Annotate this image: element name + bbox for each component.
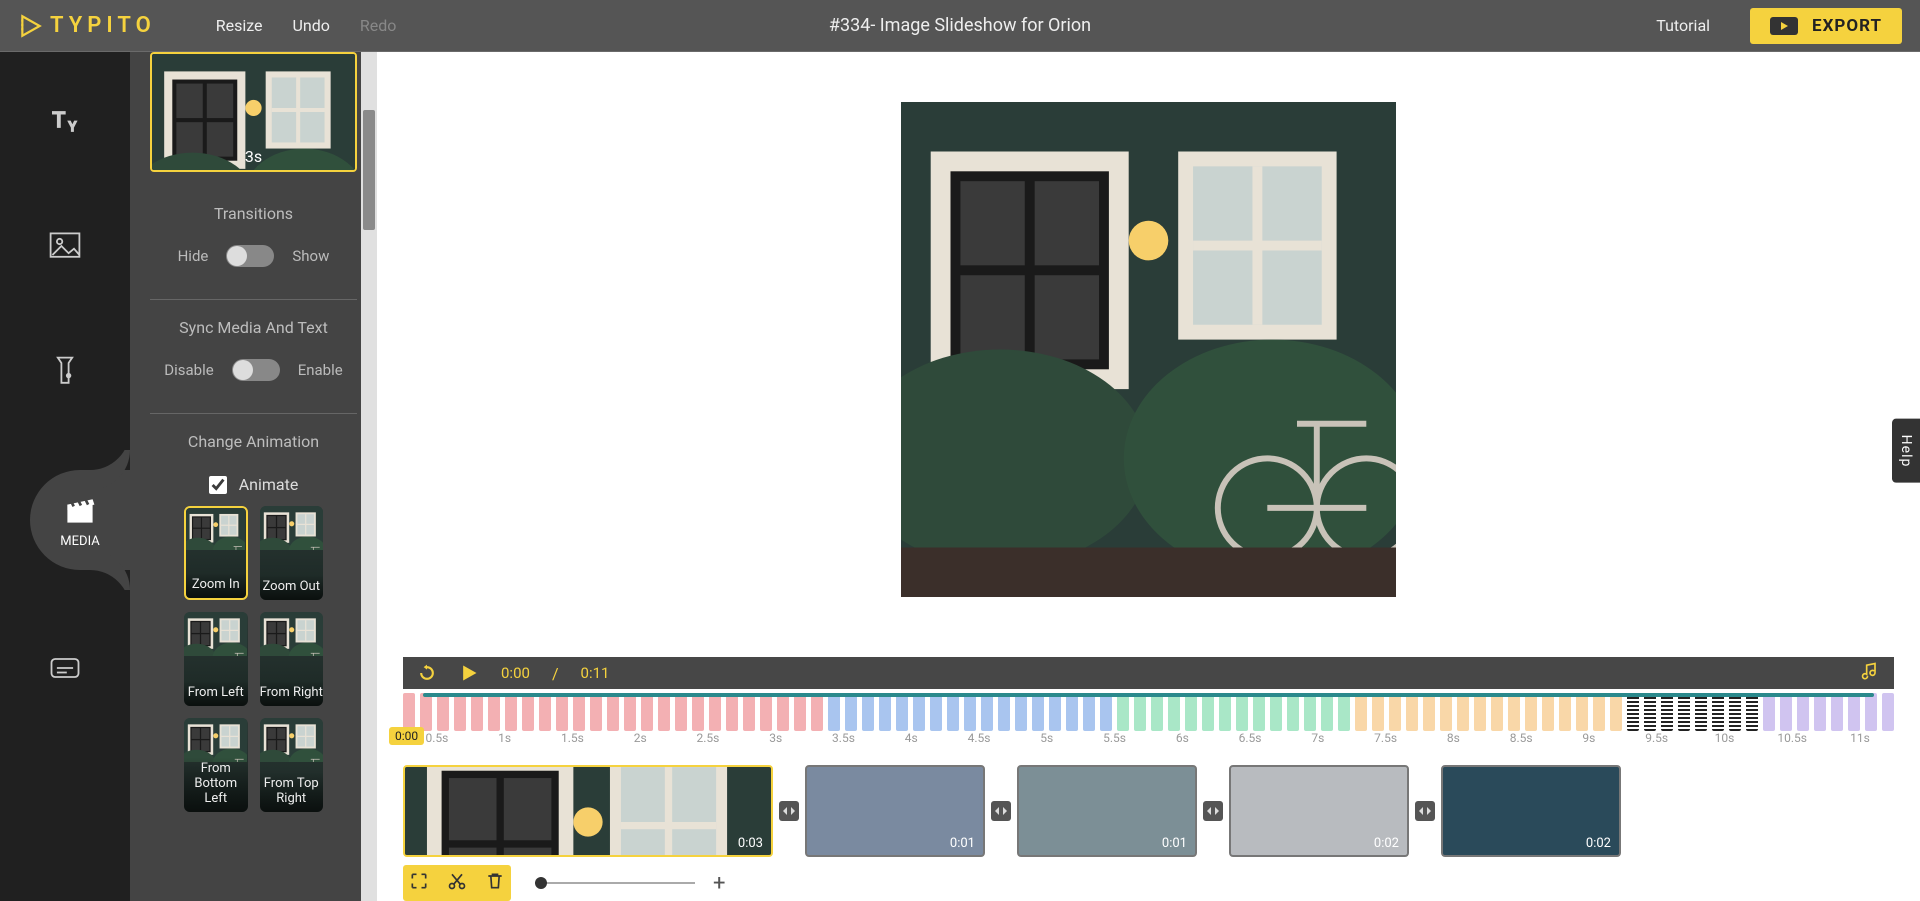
split-button[interactable] <box>447 871 467 895</box>
audio-waveform[interactable] <box>403 693 1894 731</box>
play-button[interactable] <box>459 663 479 683</box>
preview-stage[interactable] <box>901 102 1396 597</box>
rail-text[interactable]: TY <box>37 92 93 148</box>
anim-option[interactable]: From Left <box>184 612 248 706</box>
project-title[interactable]: #334- Image Slideshow for Orion <box>829 15 1091 36</box>
time-current: 0:00 <box>501 664 530 682</box>
timeline-clip[interactable]: 0:01 <box>805 765 985 857</box>
resize-action[interactable]: Resize <box>216 16 263 35</box>
zoom-in-icon[interactable]: + <box>713 871 725 896</box>
animate-label: Animate <box>239 475 299 494</box>
redo-action: Redo <box>360 16 397 35</box>
timeline-clip[interactable]: 0:03 <box>403 765 773 857</box>
rail-audio[interactable] <box>37 344 93 400</box>
timeline-ruler[interactable]: 0:00 0.5s1s1.5s2s2.5s3s3.5s4s4.5s5s5.5s6… <box>403 731 1894 759</box>
clip-track: 0:03 0:01 0:01 0:02 0:02 <box>403 765 1894 857</box>
rail-media-label: MEDIA <box>60 534 99 549</box>
music-icon[interactable] <box>1860 661 1880 685</box>
transitions-show-label: Show <box>292 247 329 265</box>
anim-option[interactable]: Zoom Out <box>260 506 324 600</box>
sync-enable-label: Enable <box>298 361 343 379</box>
zoom-slider[interactable] <box>535 882 695 884</box>
timeline-clip[interactable]: 0:02 <box>1441 765 1621 857</box>
brand-logo[interactable]: TYPITO <box>18 13 156 39</box>
restart-button[interactable] <box>417 663 437 683</box>
anim-option[interactable]: Zoom In <box>184 506 248 600</box>
sync-header: Sync Media And Text <box>150 299 357 349</box>
svg-text:T: T <box>52 108 65 133</box>
panel-scrollbar[interactable] <box>361 52 377 901</box>
anim-option[interactable]: From Right <box>260 612 324 706</box>
crop-button[interactable] <box>409 871 429 895</box>
transitions-header: Transitions <box>150 186 357 235</box>
topbar: TYPITO Resize Undo Redo #334- Image Slid… <box>0 0 1920 52</box>
svg-text:Y: Y <box>69 120 77 135</box>
timeline-clip[interactable]: 0:01 <box>1017 765 1197 857</box>
anim-header: Change Animation <box>150 413 357 463</box>
sync-disable-label: Disable <box>164 361 213 379</box>
transition-button[interactable] <box>989 765 1013 857</box>
export-play-icon <box>1770 17 1798 35</box>
timeline-clip[interactable]: 0:02 <box>1229 765 1409 857</box>
delete-button[interactable] <box>485 871 505 895</box>
media-panel: 3s Transitions Hide Show Sync Media And … <box>130 52 377 901</box>
transition-button[interactable] <box>777 765 801 857</box>
selected-media-thumb[interactable]: 3s <box>150 52 357 172</box>
help-tab[interactable]: Help <box>1892 418 1920 483</box>
export-button[interactable]: EXPORT <box>1750 8 1902 44</box>
playhead-tag[interactable]: 0:00 <box>389 727 424 745</box>
rail-captions[interactable] <box>37 640 93 696</box>
playbar: 0:00 / 0:11 <box>403 657 1894 689</box>
transition-button[interactable] <box>1201 765 1225 857</box>
clip-toolbar <box>403 865 511 901</box>
thumb-duration: 3s <box>245 147 262 166</box>
brand-text: TYPITO <box>50 13 156 38</box>
rail-image[interactable] <box>37 218 93 274</box>
undo-action[interactable]: Undo <box>293 16 330 35</box>
rail-media[interactable]: MEDIA <box>30 470 130 570</box>
left-rail: TY MEDIA <box>0 52 130 901</box>
canvas-area: 0:00 / 0:11 0:00 0.5s1s1.5s2s2.5s3s3.5s4… <box>377 52 1920 901</box>
anim-option[interactable]: From Top Right <box>260 718 324 812</box>
clapper-icon <box>62 492 98 528</box>
anim-option[interactable]: From Bottom Left <box>184 718 248 812</box>
animate-checkbox[interactable] <box>209 476 227 494</box>
transitions-toggle[interactable] <box>226 245 274 267</box>
transition-button[interactable] <box>1413 765 1437 857</box>
logo-icon <box>18 13 44 39</box>
time-total: 0:11 <box>581 664 610 682</box>
sync-toggle[interactable] <box>232 359 280 381</box>
transitions-hide-label: Hide <box>178 247 209 265</box>
tutorial-link[interactable]: Tutorial <box>1656 16 1710 35</box>
